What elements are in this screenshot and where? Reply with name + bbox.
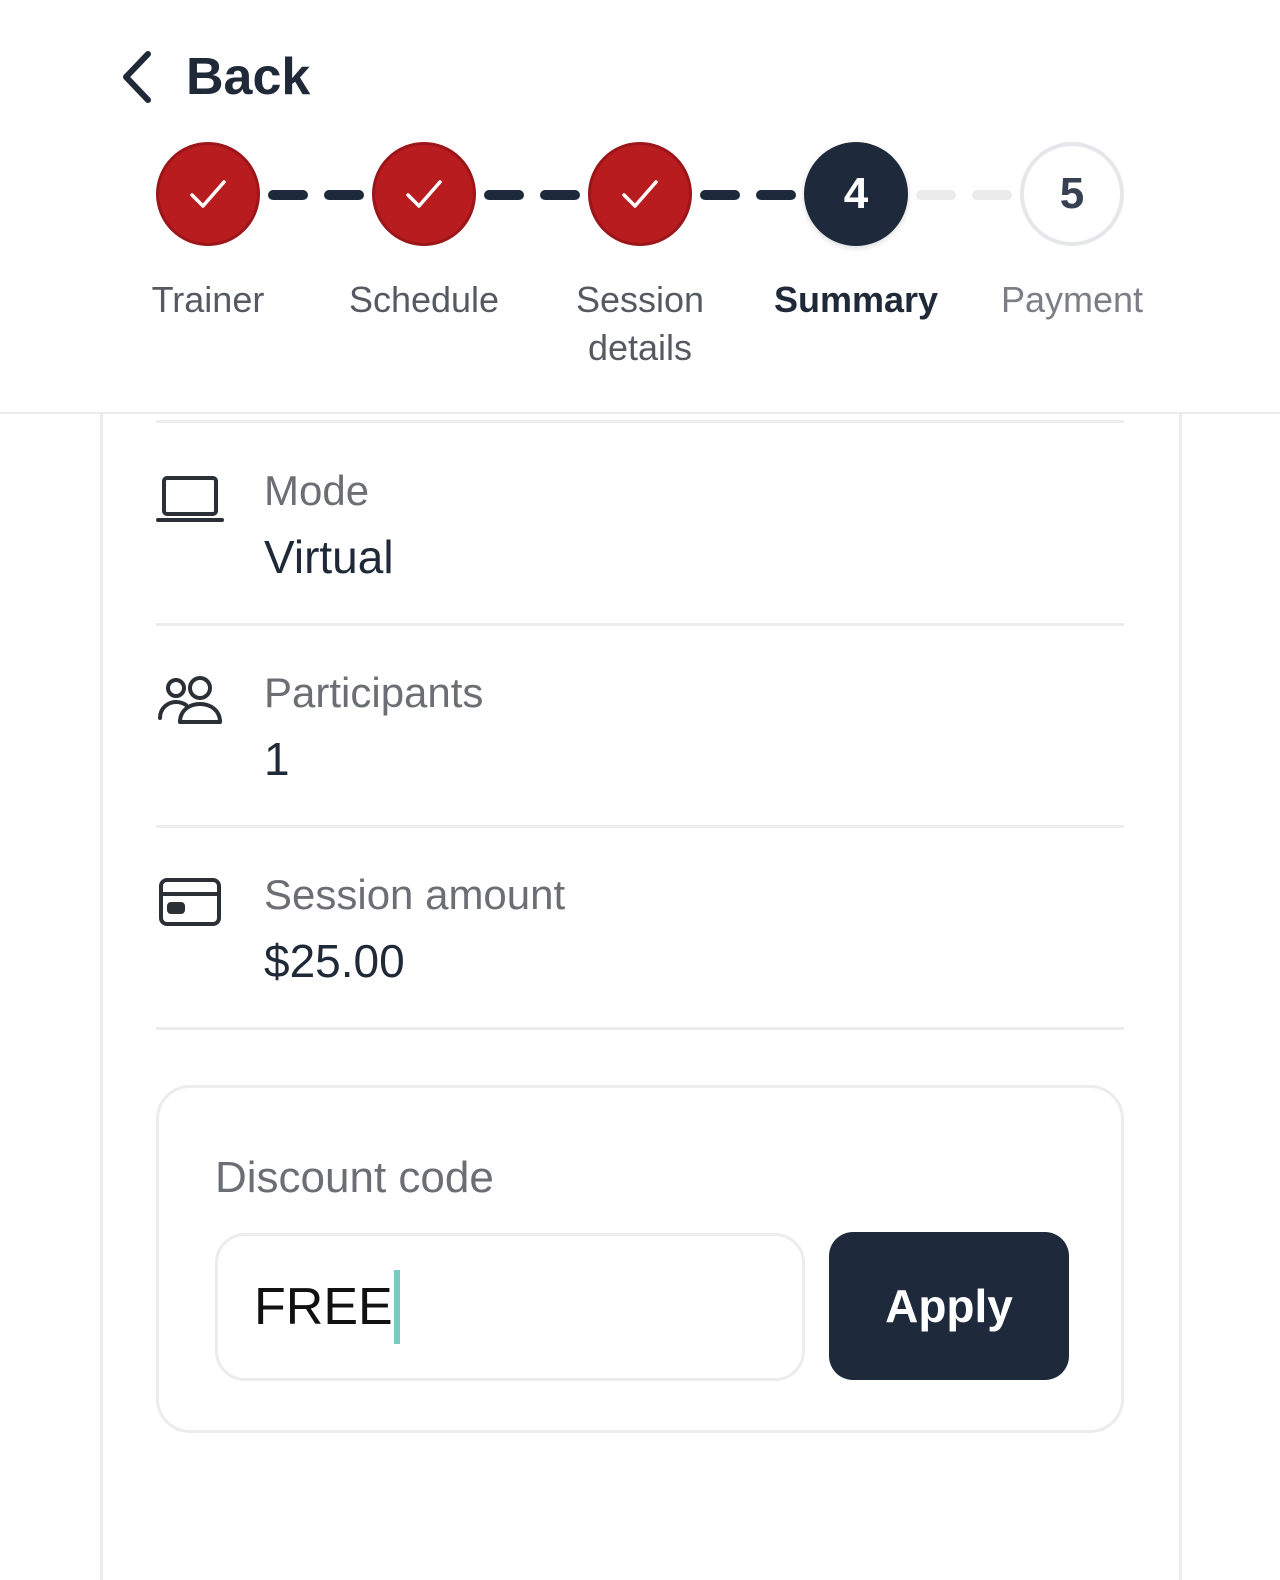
checkmark-icon	[622, 180, 658, 208]
text-caret	[393, 1270, 400, 1344]
step-label-payment: Payment	[1000, 279, 1144, 320]
step-1-trainer[interactable]	[156, 142, 260, 246]
discount-code-value: FREE	[254, 1278, 393, 1336]
mode-label: Mode	[264, 467, 370, 514]
participants-label: Participants	[264, 669, 484, 716]
summary-row-participants: Participants 1	[156, 626, 1124, 826]
discount-code-label: Discount code	[215, 1153, 494, 1202]
laptop-icon	[156, 470, 224, 526]
discount-code-section: Discount code FREE Apply	[156, 1085, 1124, 1433]
session-amount-label: Session amount	[264, 871, 566, 918]
session-amount-value: $25.00	[264, 935, 405, 987]
users-icon	[156, 672, 224, 728]
step-connector	[910, 190, 1018, 200]
summary-row-session-amount: Session amount $25.00	[156, 828, 1124, 1028]
mode-value: Virtual	[264, 531, 394, 583]
participants-value: 1	[264, 733, 290, 785]
checkmark-icon	[406, 180, 442, 208]
step-4-summary: 4	[804, 142, 908, 246]
progress-stepper: Trainer Schedule Session details 4 Summa…	[0, 0, 1280, 412]
step-connector	[694, 190, 802, 200]
step-label-schedule: Schedule	[348, 279, 500, 320]
summary-row-mode: Mode Virtual	[156, 424, 1124, 624]
step-3-session-details[interactable]	[588, 142, 692, 246]
divider	[156, 420, 1124, 423]
step-connector	[262, 190, 370, 200]
credit-card-icon	[156, 876, 224, 932]
discount-code-input[interactable]: FREE	[215, 1233, 805, 1381]
divider	[156, 1027, 1124, 1030]
step-label-trainer: Trainer	[151, 279, 265, 320]
apply-button[interactable]: Apply	[829, 1232, 1069, 1380]
checkmark-icon	[190, 180, 226, 208]
header: Back Trainer Schedule Session details 4 …	[0, 0, 1280, 414]
step-label-session-details: Session details	[575, 279, 705, 368]
step-label-summary: Summary	[773, 279, 939, 320]
step-connector	[478, 190, 586, 200]
step-5-payment: 5	[1020, 142, 1124, 246]
step-2-schedule[interactable]	[372, 142, 476, 246]
